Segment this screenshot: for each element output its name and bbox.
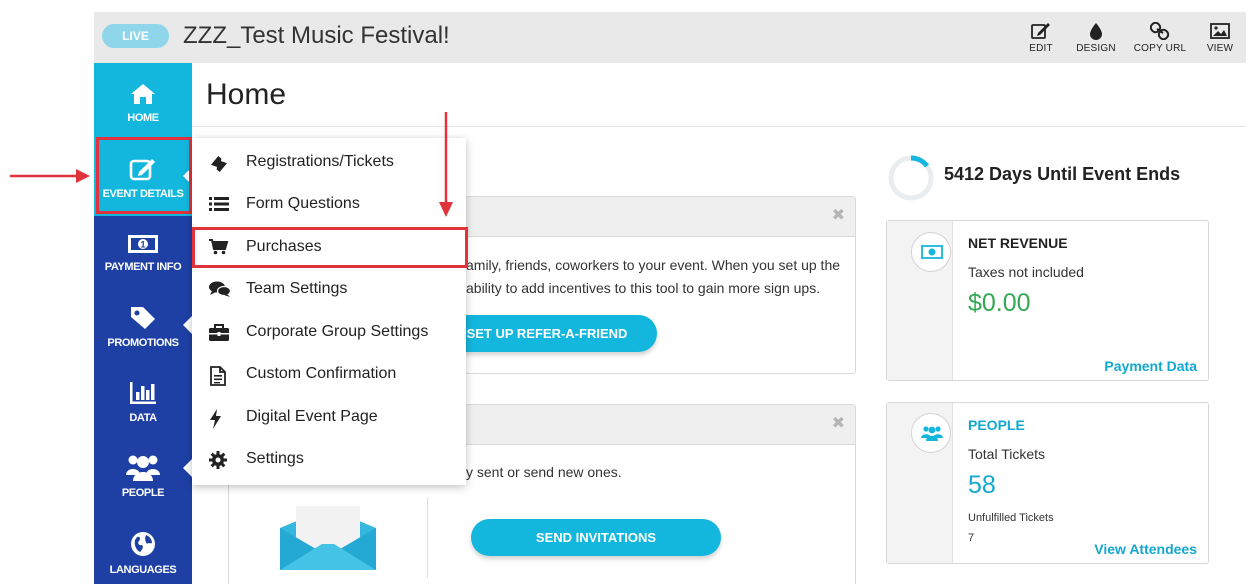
refer-description-line1: amily, friends, coworkers to your event.… [466, 257, 841, 273]
people-caret [183, 459, 192, 477]
arrow-down-annotation [439, 112, 453, 217]
tag-icon [131, 307, 155, 329]
refer-description-line2: ability to add incentives to this tool t… [466, 280, 821, 296]
copy-url-label: COPY URL [1133, 43, 1187, 54]
revenue-subtitle: Taxes not included [968, 264, 1084, 280]
people-card: PEOPLE Total Tickets 58 Unfulfilled Tick… [886, 402, 1209, 564]
edit-button[interactable]: EDIT [1012, 22, 1070, 54]
money-icon [921, 245, 943, 259]
revenue-title: NET REVENUE [968, 235, 1068, 251]
arrow-right-annotation [10, 169, 90, 183]
document-icon [210, 366, 226, 386]
close-icon[interactable]: ✖ [832, 413, 845, 433]
menu-item-label: Settings [246, 450, 304, 467]
top-bar: LIVE ZZZ_Test Music Festival! EDIT DESIG… [94, 12, 1246, 63]
countdown-text: 5412 Days Until Event Ends [944, 164, 1181, 184]
live-badge: LIVE [102, 24, 169, 48]
menu-item-form-questions[interactable]: Form Questions [192, 184, 466, 224]
purchases-highlight-box [192, 227, 468, 268]
design-button[interactable]: DESIGN [1067, 22, 1125, 54]
svg-text:1: 1 [140, 240, 145, 250]
sidebar-item-label: HOME [127, 112, 159, 124]
design-label: DESIGN [1076, 43, 1116, 54]
sidebar-item-payment-info[interactable]: 1 PAYMENT INFO [94, 233, 192, 273]
list-icon [209, 197, 229, 211]
sidebar-item-data[interactable]: DATA [94, 380, 192, 424]
sidebar-item-people[interactable]: PEOPLE [94, 453, 192, 499]
image-icon [1210, 23, 1230, 39]
menu-item-corporate-group-settings[interactable]: Corporate Group Settings [192, 312, 466, 352]
money-icon: 1 [128, 235, 158, 253]
globe-icon [131, 532, 155, 556]
menu-item-label: Form Questions [246, 195, 360, 212]
setup-refer-a-friend-button[interactable]: SET UP REFER-A-FRIEND [437, 315, 657, 352]
copy-url-button[interactable]: COPY URL [1131, 22, 1189, 54]
briefcase-icon [209, 324, 229, 341]
unfulfilled-value: 7 [968, 532, 975, 544]
countdown-ring-icon [888, 155, 934, 201]
send-invitations-button[interactable]: SEND INVITATIONS [471, 519, 721, 556]
people-icon-circle [911, 413, 951, 453]
menu-item-registrations-tickets[interactable]: Registrations/Tickets [192, 142, 466, 182]
people-icon [126, 455, 160, 481]
view-label: VIEW [1206, 43, 1234, 54]
menu-item-custom-confirmation[interactable]: Custom Confirmation [192, 354, 466, 394]
sidebar-item-home[interactable]: HOME [94, 82, 192, 124]
menu-item-label: Team Settings [246, 280, 348, 297]
bolt-icon [210, 409, 221, 429]
revenue-icon-circle [911, 232, 951, 272]
event-details-highlight-box [96, 137, 192, 214]
people-title: PEOPLE [968, 417, 1025, 433]
event-title: ZZZ_Test Music Festival! [183, 22, 450, 49]
close-icon[interactable]: ✖ [832, 205, 845, 225]
people-subtitle: Total Tickets [968, 446, 1046, 462]
edit-label: EDIT [1029, 43, 1053, 54]
sidebar-item-label: PROMOTIONS [107, 337, 179, 349]
menu-item-label: Corporate Group Settings [246, 323, 429, 340]
total-tickets-value: 58 [968, 471, 996, 499]
people-icon [921, 426, 943, 441]
bar-chart-icon [130, 382, 156, 404]
revenue-amount: $0.00 [968, 289, 1031, 317]
promotions-caret [183, 316, 192, 334]
envelope-icon [280, 506, 376, 570]
menu-item-digital-event-page[interactable]: Digital Event Page [192, 397, 466, 437]
sidebar-item-label: PAYMENT INFO [104, 261, 182, 273]
title-divider [192, 126, 1246, 127]
menu-item-label: Digital Event Page [246, 408, 378, 425]
payment-data-link[interactable]: Payment Data [1104, 358, 1197, 374]
comments-icon [209, 281, 231, 297]
droplet-icon [1090, 23, 1102, 40]
page-title: Home [206, 78, 287, 111]
net-revenue-card: NET REVENUE Taxes not included $0.00 Pay… [886, 220, 1209, 381]
ticket-icon [211, 156, 227, 172]
sidebar-item-promotions[interactable]: PROMOTIONS [94, 305, 192, 349]
event-details-dropdown: Registrations/Tickets Form Questions Pur… [192, 138, 466, 485]
view-attendees-link[interactable]: View Attendees [1094, 541, 1197, 557]
home-icon [131, 84, 155, 104]
invite-divider [427, 498, 428, 578]
menu-item-label: Custom Confirmation [246, 365, 397, 382]
view-button[interactable]: VIEW [1191, 22, 1249, 54]
menu-item-team-settings[interactable]: Team Settings [192, 269, 466, 309]
menu-item-settings[interactable]: Settings [192, 439, 466, 479]
invite-description: y sent or send new ones. [466, 464, 622, 480]
sidebar-item-languages[interactable]: LANGUAGES [94, 530, 192, 576]
sidebar-item-label: DATA [129, 412, 157, 424]
gear-icon [209, 451, 227, 469]
edit-icon [1031, 23, 1050, 39]
sidebar-item-label: PEOPLE [121, 487, 165, 499]
unfulfilled-label: Unfulfilled Tickets [968, 512, 1054, 524]
menu-item-label: Registrations/Tickets [246, 153, 394, 170]
sidebar-item-label: LANGUAGES [109, 564, 177, 576]
link-icon [1150, 22, 1170, 40]
